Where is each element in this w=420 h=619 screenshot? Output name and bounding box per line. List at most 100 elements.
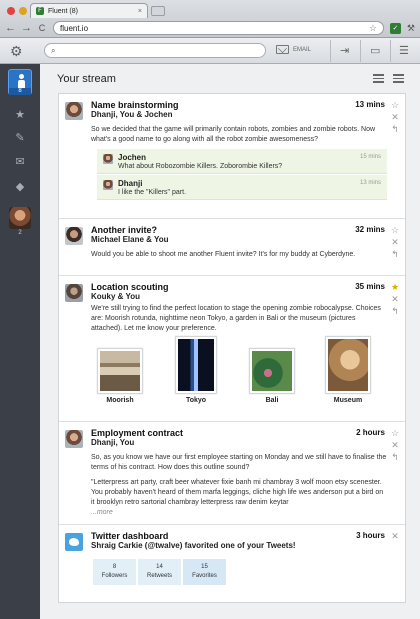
item-participants: Kouky & You [91,292,141,301]
reply-item: Dhanji 13 mins I like the "Killers" part… [97,175,387,200]
photo-thumbnail[interactable] [98,349,142,393]
reply-item: Jochen 15 mins What about Robozombie Kil… [97,149,387,174]
item-title[interactable]: Another invite? [91,225,157,235]
item-body: So we decided that the game will primari… [91,126,376,143]
extension-icon[interactable]: ✓ [389,22,401,34]
star-icon[interactable]: ☆ [389,427,401,439]
reply-time: 15 mins [359,154,381,160]
reply-icon[interactable]: ↰ [389,123,401,135]
item-title[interactable]: Name brainstorming [91,100,179,110]
sidebar-item-me[interactable]: 8 [8,69,32,95]
stat-favorites[interactable]: 15 Favorites [183,559,226,585]
stream-item[interactable]: Employment contract Dhanji, You 2 hours … [59,422,405,525]
header-divider [390,40,391,62]
menu-icon[interactable]: ☰ [399,44,409,57]
share-icon[interactable]: ⇥ [340,44,349,57]
item-title[interactable]: Twitter dashboard [91,531,168,541]
sidebar-item-user-avatar[interactable] [9,207,31,229]
close-icon[interactable]: ✕ [389,111,401,123]
item-title[interactable]: Employment contract [91,428,183,438]
reload-icon[interactable]: C [37,23,47,33]
search-icon: ⌕ [51,45,56,55]
list-view-icon[interactable] [373,74,384,83]
close-icon[interactable]: ✕ [389,439,401,451]
browser-toolbar: ← → C fluent.io ☆ ✓ ⚒ [0,18,420,38]
stream-item[interactable]: Location scouting Kouky & You 35 mins ★ … [59,276,405,422]
photo-thumbnail[interactable] [176,337,216,393]
wrench-icon[interactable]: ⚒ [407,23,415,34]
tag-icon[interactable]: ◆ [0,180,40,193]
star-icon[interactable]: ☆ [389,224,401,236]
reply-text: What about Robozombie Killers. Zoborombi… [118,163,283,170]
photo-thumbnail[interactable] [326,337,370,393]
attachment-museum[interactable]: Museum [319,337,377,404]
reply-icon[interactable]: ↰ [389,451,401,463]
reply-icon[interactable]: ↰ [389,248,401,260]
avatar [65,430,83,448]
close-icon[interactable]: ✕ [389,530,401,542]
search-input[interactable]: ⌕ [44,43,266,58]
reply-icon[interactable]: ↰ [389,305,401,317]
stream-item[interactable]: Another invite? Michael Elane & You 32 m… [59,219,405,276]
attachment-bali[interactable]: Bali [243,349,301,404]
avatar [103,180,113,190]
star-icon[interactable]: ☆ [389,99,401,111]
bookmark-star-icon[interactable]: ☆ [369,23,377,34]
tab-title: Fluent (8) [48,7,78,15]
folder-icon[interactable]: ▭ [370,44,380,57]
item-title[interactable]: Location scouting [91,282,169,292]
more-link[interactable]: ...more [91,508,387,518]
item-body: We're still trying to find the perfect l… [91,305,381,332]
email-button[interactable]: EMAIL [276,45,311,54]
reply-author: Dhanji [118,179,143,188]
item-body: So, as you know we have our first employ… [91,454,387,471]
close-window-button[interactable] [7,7,15,15]
browser-chrome: F Fluent (8) × ← → C fluent.io ☆ ✓ ⚒ [0,0,420,38]
new-tab-button[interactable] [151,6,165,16]
close-icon[interactable]: ✕ [389,236,401,248]
stat-label: Retweets [146,573,172,579]
mail-icon[interactable]: ✉ [0,155,40,168]
stream-card: Name brainstorming Dhanji, You & Jochen … [58,93,406,603]
page-title: Your stream [57,73,116,85]
item-time: 2 hours [356,428,385,437]
back-arrow-icon[interactable]: ← [5,22,16,34]
stat-followers[interactable]: 8 Followers [93,559,136,585]
attachment-label: Bali [265,397,279,404]
address-url: fluent.io [60,23,89,33]
star-icon[interactable]: ★ [0,108,40,121]
twitter-stats: 8 Followers 14 Retweets 15 Favorites [93,559,226,585]
paperclip-icon[interactable]: ✎ [0,131,40,144]
stat-value: 8 [112,564,117,570]
avatar [65,284,83,302]
gear-icon[interactable]: ⚙ [10,43,23,60]
item-quote: "Letterpress art party, craft beer whate… [91,479,384,506]
attachment-tokyo[interactable]: Tokyo [167,337,225,404]
item-participants: Shraig Carkie (@twalve) favorited one of… [91,541,296,550]
compact-view-icon[interactable] [393,74,404,83]
stat-label: Followers [101,573,128,579]
twitter-icon [65,533,83,551]
item-participants: Dhanji, You & Jochen [91,110,173,119]
photo-thumbnail[interactable] [250,349,294,393]
fluent-favicon-icon: F [36,7,44,15]
attachment-moorish[interactable]: Moorish [91,349,149,404]
tab-close-icon[interactable]: × [138,8,142,15]
item-time: 32 mins [355,225,385,234]
close-icon[interactable]: ✕ [389,293,401,305]
item-actions: ☆ ✕ ↰ [389,99,401,135]
header-divider [360,40,361,62]
item-time: 35 mins [355,282,385,291]
browser-tab[interactable]: F Fluent (8) × [30,3,148,18]
stream-item[interactable]: Name brainstorming Dhanji, You & Jochen … [59,94,405,219]
starred-icon[interactable]: ★ [389,281,401,293]
forward-arrow-icon[interactable]: → [21,22,32,34]
stat-value: 15 [201,564,208,570]
stat-retweets[interactable]: 14 Retweets [138,559,181,585]
address-bar[interactable]: fluent.io ☆ [53,21,384,35]
item-actions: ✕ [389,530,401,542]
item-participants: Michael Elane & You [91,235,169,244]
item-time: 3 hours [356,531,385,540]
stream-item[interactable]: Twitter dashboard Shraig Carkie (@twalve… [59,525,405,603]
minimize-window-button[interactable] [19,7,27,15]
